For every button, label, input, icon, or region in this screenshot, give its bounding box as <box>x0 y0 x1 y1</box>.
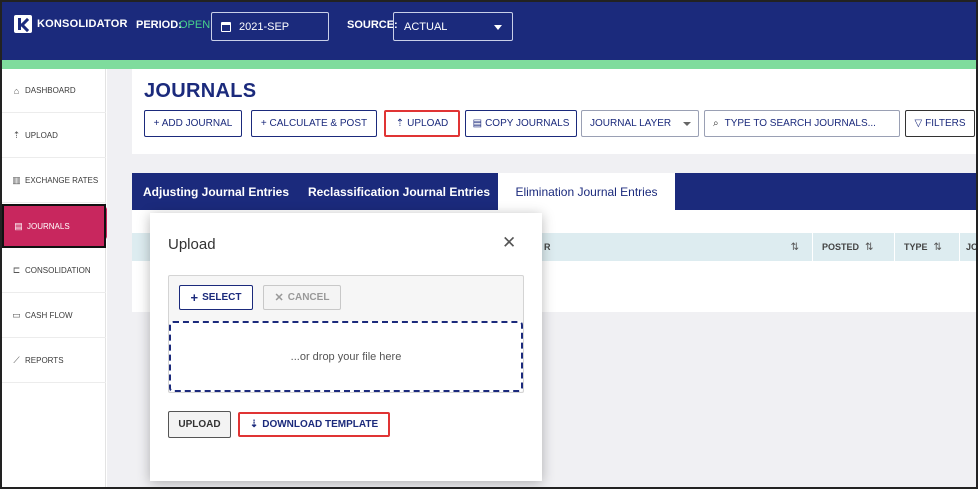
select-label: SELECT <box>202 292 242 303</box>
upload-icon: ⇡ <box>395 118 405 129</box>
konsolidator-logo-icon <box>14 15 32 33</box>
column-header-journal[interactable]: JO <box>959 233 978 261</box>
cash-icon: ▭ <box>12 310 21 320</box>
journal-layer-select[interactable]: JOURNAL LAYER <box>581 110 699 137</box>
copy-journals-button[interactable]: ▤ COPY JOURNALS <box>465 110 577 137</box>
source-label: SOURCE: <box>347 19 398 31</box>
accent-bar <box>2 60 976 69</box>
filters-button[interactable]: ▽ FILTERS <box>905 110 975 137</box>
cancel-upload-button[interactable]: ✕ CANCEL <box>263 285 341 310</box>
calculate-post-label: + CALCULATE & POST <box>260 118 368 129</box>
sidebar-item-dashboard[interactable]: ⌂ DASHBOARD <box>2 69 106 113</box>
sidebar-item-reports[interactable]: ⟋ REPORTS <box>2 339 106 383</box>
sort-icon: ⇅ <box>790 241 799 253</box>
download-template-label: DOWNLOAD TEMPLATE <box>262 419 379 430</box>
select-file-button[interactable]: + SELECT <box>179 285 253 310</box>
konsolidator-icon: ⊏ <box>12 265 21 275</box>
filters-label: FILTERS <box>925 118 966 129</box>
chevron-down-icon <box>494 25 502 30</box>
download-template-button[interactable]: ⇣ DOWNLOAD TEMPLATE <box>238 412 390 437</box>
file-dropzone[interactable]: ...or drop your file here <box>169 321 523 392</box>
bar-chart-icon: ▥ <box>12 175 21 185</box>
journal-layer-label: JOURNAL LAYER <box>590 118 672 129</box>
sort-icon: ⇅ <box>865 241 874 253</box>
dialog-upload-button[interactable]: UPLOAD <box>168 411 231 438</box>
upload-label: UPLOAD <box>178 419 221 430</box>
app-name: KONSOLIDATOR <box>37 18 128 30</box>
source-value: ACTUAL <box>404 20 448 33</box>
column-label: R <box>544 242 551 252</box>
search-input[interactable]: ⌕ TYPE TO SEARCH JOURNALS... <box>704 110 900 137</box>
cancel-label: CANCEL <box>287 292 330 303</box>
close-icon: ✕ <box>274 292 284 304</box>
source-select[interactable]: ACTUAL <box>393 12 513 41</box>
app-logo[interactable]: KONSOLIDATOR <box>14 15 128 33</box>
column-header[interactable]: R ⇅ <box>535 233 811 261</box>
upload-icon: ⇡ <box>12 130 21 140</box>
copy-journals-label: COPY JOURNALS <box>485 118 570 129</box>
period-value: 2021-SEP <box>239 20 290 33</box>
file-uploader: + SELECT ✕ CANCEL ...or drop your file h… <box>168 275 524 393</box>
document-icon: ▤ <box>14 220 23 231</box>
download-icon: ⇣ <box>249 419 259 430</box>
tab-adjusting[interactable]: Adjusting Journal Entries <box>132 173 300 210</box>
calendar-icon <box>221 21 231 32</box>
add-journal-label: + ADD JOURNAL <box>153 118 233 129</box>
sidebar-item-cash-flow[interactable]: ▭ CASH FLOW <box>2 294 106 338</box>
home-icon: ⌂ <box>13 85 20 96</box>
upload-dialog: Upload ✕ + SELECT ✕ CANCEL ...or drop yo… <box>150 213 542 481</box>
sidebar-item-label: DASHBOARD <box>25 86 76 95</box>
column-label: TYPE <box>904 242 928 252</box>
tab-label: Reclassification Journal Entries <box>307 184 491 199</box>
search-icon: ⌕ <box>713 118 719 129</box>
dialog-title: Upload <box>168 236 216 253</box>
tab-label: Adjusting Journal Entries <box>142 184 289 199</box>
sidebar-item-label: EXCHANGE RATES <box>25 176 99 185</box>
upload-button[interactable]: ⇡ UPLOAD <box>384 110 460 137</box>
sidebar-item-journals[interactable]: ▤ JOURNALS <box>2 204 106 248</box>
column-header-posted[interactable]: POSTED ⇅ <box>812 233 893 261</box>
upload-label: UPLOAD <box>407 118 449 129</box>
sidebar-item-label: CASH FLOW <box>25 311 73 320</box>
tab-elimination[interactable]: Elimination Journal Entries <box>498 173 675 210</box>
sort-icon: ⇅ <box>933 241 942 253</box>
plus-icon: + <box>190 290 199 305</box>
period-label: PERIOD: <box>136 19 182 31</box>
line-chart-icon: ⟋ <box>13 355 20 365</box>
filter-icon: ▽ <box>914 118 923 129</box>
sidebar: ⌂ DASHBOARD ⇡ UPLOAD ▥ EXCHANGE RATES ▤ … <box>2 69 106 487</box>
app-window: KONSOLIDATOR PERIOD: OPEN 2021-SEP SOURC… <box>0 0 978 489</box>
sidebar-item-consolidation[interactable]: ⊏ CONSOLIDATION <box>2 249 106 293</box>
calculate-post-button[interactable]: + CALCULATE & POST <box>251 110 377 137</box>
page-title: JOURNALS <box>144 80 257 102</box>
column-label: POSTED <box>822 242 860 252</box>
sidebar-item-label: JOURNALS <box>27 221 70 231</box>
add-journal-button[interactable]: + ADD JOURNAL <box>144 110 242 137</box>
sidebar-item-label: REPORTS <box>25 356 64 365</box>
search-placeholder: TYPE TO SEARCH JOURNALS... <box>724 118 876 129</box>
sidebar-item-label: UPLOAD <box>25 131 58 140</box>
sidebar-item-exchange-rates[interactable]: ▥ EXCHANGE RATES <box>2 159 106 203</box>
chevron-down-icon <box>683 122 691 126</box>
period-status: OPEN <box>179 19 211 31</box>
column-label: JO <box>966 242 978 252</box>
column-header-type[interactable]: TYPE ⇅ <box>894 233 958 261</box>
period-select[interactable]: 2021-SEP <box>211 12 329 41</box>
top-bar: KONSOLIDATOR PERIOD: OPEN 2021-SEP SOURC… <box>2 2 976 60</box>
sidebar-item-upload[interactable]: ⇡ UPLOAD <box>2 114 106 158</box>
sidebar-item-label: CONSOLIDATION <box>25 266 91 275</box>
journal-tabs: Adjusting Journal Entries Reclassificati… <box>132 173 976 210</box>
tab-label: Elimination Journal Entries <box>515 184 658 199</box>
page-header: JOURNALS + ADD JOURNAL + CALCULATE & POS… <box>132 69 976 154</box>
dropzone-text: ...or drop your file here <box>290 350 402 363</box>
document-icon: ▤ <box>472 118 483 129</box>
close-icon[interactable]: ✕ <box>502 233 516 253</box>
tab-reclassification[interactable]: Reclassification Journal Entries <box>300 173 498 210</box>
